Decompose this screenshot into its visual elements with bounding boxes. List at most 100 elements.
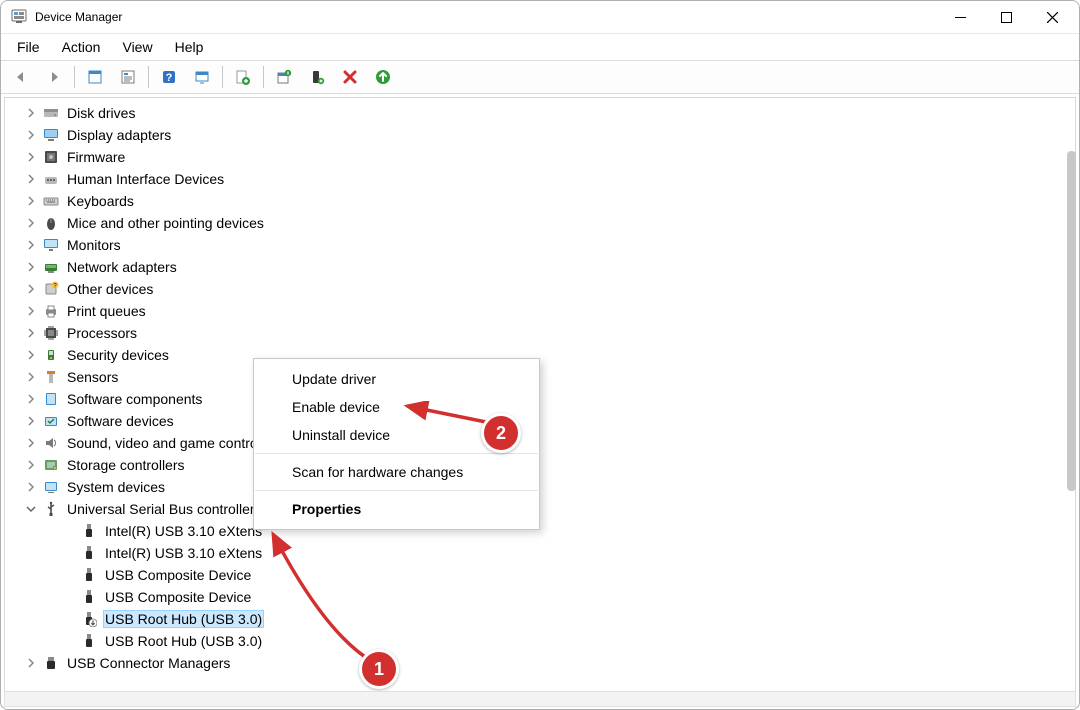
disk-icon xyxy=(43,105,59,121)
expand-icon[interactable] xyxy=(23,457,39,473)
menu-view[interactable]: View xyxy=(112,36,162,58)
tree-node[interactable]: USB Composite Device xyxy=(7,586,1073,608)
tree-node[interactable]: USB Root Hub (USB 3.0) xyxy=(7,608,1073,630)
expand-icon[interactable] xyxy=(23,369,39,385)
mouse-icon xyxy=(43,215,59,231)
tree-node[interactable]: Network adapters xyxy=(7,256,1073,278)
collapse-icon[interactable] xyxy=(23,501,39,517)
tree-node[interactable]: USB Connector Managers xyxy=(7,652,1073,674)
tree-node[interactable]: USB Composite Device xyxy=(7,564,1073,586)
tree-node-label: Storage controllers xyxy=(65,457,187,473)
properties-button[interactable] xyxy=(116,65,140,89)
close-button[interactable] xyxy=(1029,1,1075,33)
tree-node-label: Monitors xyxy=(65,237,123,253)
expand-icon[interactable] xyxy=(23,171,39,187)
tree-node-label: Mice and other pointing devices xyxy=(65,215,266,231)
ctx-properties[interactable]: Properties xyxy=(254,495,539,523)
hid-icon xyxy=(43,171,59,187)
expand-icon[interactable] xyxy=(23,259,39,275)
forward-button[interactable] xyxy=(42,65,66,89)
tree-node-label: Intel(R) USB 3.10 eXtens xyxy=(103,523,264,539)
scrollbar-thumb[interactable] xyxy=(1067,151,1076,491)
keyboard-icon xyxy=(43,193,59,209)
window-title: Device Manager xyxy=(35,10,122,24)
expand-icon[interactable] xyxy=(23,237,39,253)
ctx-separator xyxy=(255,490,538,491)
enable-device-button[interactable] xyxy=(272,65,296,89)
tree-node[interactable]: System devices xyxy=(7,476,1073,498)
tree-node[interactable]: USB Root Hub (USB 3.0) xyxy=(7,630,1073,652)
usb-plug-icon xyxy=(81,589,97,605)
tree-node[interactable]: Display adapters xyxy=(7,124,1073,146)
tree-node-label: Universal Serial Bus controllers xyxy=(65,501,264,517)
tree-node[interactable]: Print queues xyxy=(7,300,1073,322)
expand-icon[interactable] xyxy=(23,391,39,407)
expand-icon[interactable] xyxy=(23,105,39,121)
expand-icon[interactable] xyxy=(23,127,39,143)
tree-node[interactable]: Human Interface Devices xyxy=(7,168,1073,190)
firmware-icon xyxy=(43,149,59,165)
tree-node[interactable]: Software components xyxy=(7,388,1073,410)
annotation-badge-1: 1 xyxy=(359,649,399,689)
tree-node[interactable]: Processors xyxy=(7,322,1073,344)
expand-icon[interactable] xyxy=(23,281,39,297)
system-icon xyxy=(43,479,59,495)
tree-node[interactable]: Sound, video and game controllers xyxy=(7,432,1073,454)
expand-icon[interactable] xyxy=(23,193,39,209)
tree-node-label: System devices xyxy=(65,479,167,495)
monitor-icon xyxy=(43,237,59,253)
cpu-icon xyxy=(43,325,59,341)
tree-node[interactable]: Firmware xyxy=(7,146,1073,168)
tree-node[interactable]: Software devices xyxy=(7,410,1073,432)
menu-help[interactable]: Help xyxy=(165,36,214,58)
expand-icon[interactable] xyxy=(23,149,39,165)
show-hidden-button[interactable] xyxy=(83,65,107,89)
menu-action[interactable]: Action xyxy=(52,36,111,58)
statusbar xyxy=(4,691,1076,707)
device-manager-window: Device Manager File Action View Help ? D… xyxy=(0,0,1080,710)
expand-icon[interactable] xyxy=(23,479,39,495)
scan-button[interactable] xyxy=(190,65,214,89)
expand-icon[interactable] xyxy=(23,435,39,451)
display-icon xyxy=(43,127,59,143)
expand-icon[interactable] xyxy=(23,413,39,429)
expand-icon[interactable] xyxy=(23,655,39,671)
tree-node[interactable]: Intel(R) USB 3.10 eXtens xyxy=(7,542,1073,564)
tree-node[interactable]: Disk drives xyxy=(7,102,1073,124)
tree-node-label: Sensors xyxy=(65,369,120,385)
help-button[interactable]: ? xyxy=(157,65,181,89)
tree-node-label: Disk drives xyxy=(65,105,137,121)
toolbar: ? xyxy=(1,60,1079,94)
tree-node-label: Firmware xyxy=(65,149,127,165)
menu-file[interactable]: File xyxy=(7,36,50,58)
expand-icon[interactable] xyxy=(23,347,39,363)
tree-node-label: Keyboards xyxy=(65,193,136,209)
update-driver-button[interactable] xyxy=(231,65,255,89)
tree-node[interactable]: Intel(R) USB 3.10 eXtens xyxy=(7,520,1073,542)
add-legacy-button[interactable] xyxy=(305,65,329,89)
back-button[interactable] xyxy=(9,65,33,89)
maximize-button[interactable] xyxy=(983,1,1029,33)
uninstall-button[interactable] xyxy=(338,65,362,89)
usb-conn-icon xyxy=(43,655,59,671)
tree-node[interactable]: Monitors xyxy=(7,234,1073,256)
expand-icon[interactable] xyxy=(23,325,39,341)
tree-node-label: USB Composite Device xyxy=(103,567,253,583)
ctx-scan-hardware[interactable]: Scan for hardware changes xyxy=(254,458,539,486)
tree-node[interactable]: Keyboards xyxy=(7,190,1073,212)
tree-node[interactable]: ?Other devices xyxy=(7,278,1073,300)
minimize-button[interactable] xyxy=(937,1,983,33)
usb-plug-icon xyxy=(81,567,97,583)
tree-node[interactable]: Universal Serial Bus controllers xyxy=(7,498,1073,520)
expand-icon[interactable] xyxy=(23,303,39,319)
tree-node[interactable]: Sensors xyxy=(7,366,1073,388)
network-icon xyxy=(43,259,59,275)
tree-node-label: Other devices xyxy=(65,281,155,297)
tree-node[interactable]: Mice and other pointing devices xyxy=(7,212,1073,234)
tree-node[interactable]: Security devices xyxy=(7,344,1073,366)
ctx-update-driver[interactable]: Update driver xyxy=(254,365,539,393)
scan-hardware-button[interactable] xyxy=(371,65,395,89)
tree-node[interactable]: Storage controllers xyxy=(7,454,1073,476)
tree-node-label: Display adapters xyxy=(65,127,173,143)
expand-icon[interactable] xyxy=(23,215,39,231)
